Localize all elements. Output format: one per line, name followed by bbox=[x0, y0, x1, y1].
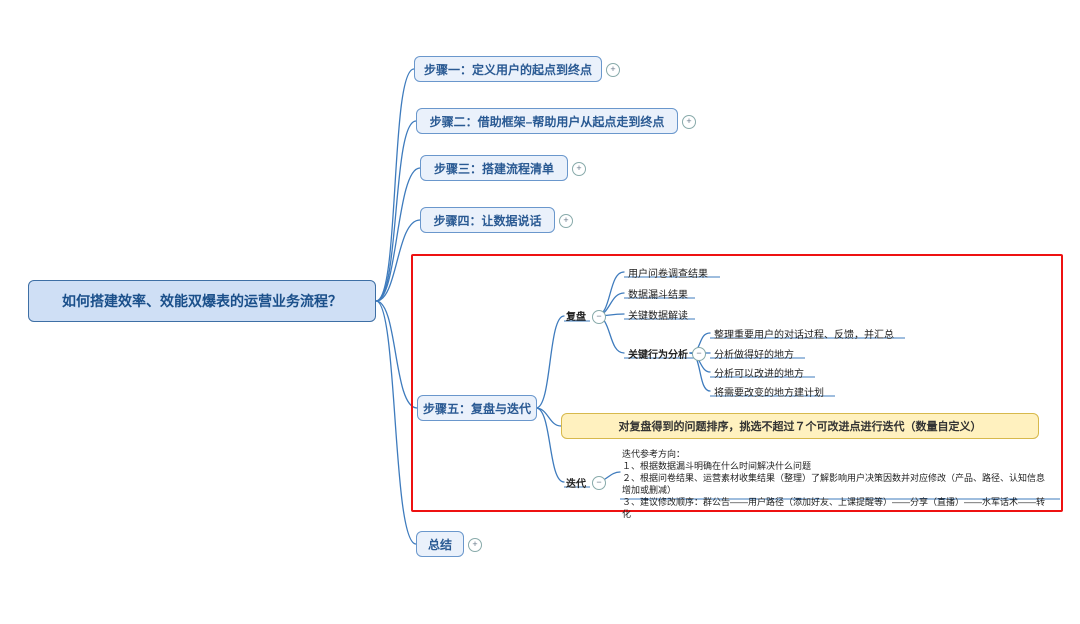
analysis-label[interactable]: 关键行为分析 bbox=[626, 346, 688, 360]
diedai-title: 迭代参考方向： bbox=[622, 448, 1052, 460]
collapse-diedai[interactable] bbox=[592, 476, 606, 490]
expand-summary[interactable] bbox=[468, 538, 482, 552]
fupan-item-2[interactable]: 数据漏斗结果 bbox=[626, 286, 688, 300]
fupan-item-1[interactable]: 用户问卷调查结果 bbox=[626, 265, 708, 279]
step-4[interactable]: 步骤四：让数据说话 bbox=[420, 207, 555, 233]
step-5[interactable]: 步骤五：复盘与迭代 bbox=[417, 395, 537, 421]
step-1[interactable]: 步骤一：定义用户的起点到终点 bbox=[414, 56, 602, 82]
mindmap-canvas: { "root": { "title": "如何搭建效率、效能双爆表的运营业务流… bbox=[0, 0, 1080, 624]
root-node[interactable]: 如何搭建效率、效能双爆表的运营业务流程？ bbox=[28, 280, 376, 322]
analysis-4[interactable]: 将需要改变的地方建计划 bbox=[712, 384, 824, 398]
step-6-summary[interactable]: 总结 bbox=[416, 531, 464, 557]
step-2[interactable]: 步骤二：借助框架–帮助用户从起点走到终点 bbox=[416, 108, 678, 134]
diedai-line-3: ３、建议修改顺序：群公告——用户路径（添加好友、上课提醒等）——分享（直播）——… bbox=[622, 496, 1052, 520]
diedai-line-1: １、根据数据漏斗明确在什么时间解决什么问题 bbox=[622, 460, 1052, 472]
fupan-label[interactable]: 复盘 bbox=[564, 308, 586, 322]
diedai-text[interactable]: 迭代参考方向： １、根据数据漏斗明确在什么时间解决什么问题 ２、根据问卷结果、运… bbox=[622, 448, 1052, 520]
expand-step-2[interactable] bbox=[682, 115, 696, 129]
root-title: 如何搭建效率、效能双爆表的运营业务流程？ bbox=[62, 291, 342, 311]
highlight-node[interactable]: 对复盘得到的问题排序，挑选不超过７个可改进点进行迭代（数量自定义） bbox=[561, 413, 1039, 439]
fupan-item-3[interactable]: 关键数据解读 bbox=[626, 307, 688, 321]
diedai-line-2: ２、根据问卷结果、运营素材收集结果（整理）了解影响用户决策因数并对应修改（产品、… bbox=[622, 472, 1052, 496]
expand-step-1[interactable] bbox=[606, 63, 620, 77]
expand-step-4[interactable] bbox=[559, 214, 573, 228]
diedai-label[interactable]: 迭代 bbox=[564, 475, 586, 489]
collapse-analysis[interactable] bbox=[692, 347, 706, 361]
analysis-2[interactable]: 分析做得好的地方 bbox=[712, 346, 794, 360]
analysis-3[interactable]: 分析可以改进的地方 bbox=[712, 365, 804, 379]
expand-step-3[interactable] bbox=[572, 162, 586, 176]
collapse-fupan[interactable] bbox=[592, 310, 606, 324]
step-3[interactable]: 步骤三：搭建流程清单 bbox=[420, 155, 568, 181]
analysis-1[interactable]: 整理重要用户的对话过程、反馈，并汇总 bbox=[712, 326, 894, 340]
